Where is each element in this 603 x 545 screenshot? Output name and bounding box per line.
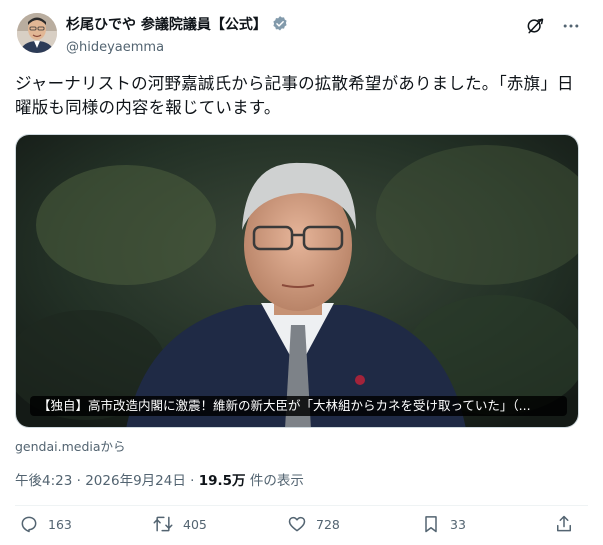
meta-separator: · xyxy=(76,473,81,489)
more-icon[interactable] xyxy=(561,16,581,36)
avatar[interactable] xyxy=(17,13,57,53)
action-bar: 163 405 728 33 xyxy=(0,514,603,542)
author-block: 杉尾ひでや 参議院議員【公式】 @hideyaemma xyxy=(66,14,289,55)
bookmark-icon xyxy=(421,514,441,534)
tweet-text: ジャーナリストの河野嘉誠氏から記事の拡散希望がありました。「赤旗」日曜版も同様の… xyxy=(15,74,574,117)
media-caption: 【独自】高市改造内閣に激震！維新の新大臣が「大林組からカネを受け取っていた」（.… xyxy=(30,396,567,416)
like-count: 728 xyxy=(316,516,340,532)
share-button[interactable] xyxy=(554,514,574,534)
tweet-time[interactable]: 午後4:23 xyxy=(15,473,72,489)
media-card[interactable]: 【独自】高市改造内閣に激震！維新の新大臣が「大林組からカネを受け取っていた」（.… xyxy=(15,134,579,428)
reply-icon xyxy=(19,514,39,534)
reply-count: 163 xyxy=(48,516,72,532)
divider xyxy=(15,505,588,506)
link-source[interactable]: gendai.mediaから xyxy=(15,436,126,455)
like-button[interactable]: 728 xyxy=(287,514,340,534)
share-icon xyxy=(554,514,574,534)
repost-count: 405 xyxy=(183,516,207,532)
repost-icon xyxy=(152,514,174,534)
meta-separator: · xyxy=(190,473,195,489)
tweet-date[interactable]: 2026年9月24日 xyxy=(85,473,186,489)
author-display-name[interactable]: 杉尾ひでや 参議院議員【公式】 xyxy=(66,14,267,34)
bookmark-count: 33 xyxy=(450,516,466,532)
heart-icon xyxy=(287,514,307,534)
verified-badge-icon xyxy=(271,15,289,33)
views-count: 19.5万 xyxy=(198,473,246,489)
tweet-meta: 午後4:23 · 2026年9月24日 · 19.5万 件の表示 xyxy=(15,469,304,489)
grok-icon[interactable] xyxy=(525,16,545,36)
repost-button[interactable]: 405 xyxy=(152,514,207,534)
author-handle[interactable]: @hideyaemma xyxy=(66,40,289,55)
views-label: 件の表示 xyxy=(249,473,304,489)
bookmark-button[interactable]: 33 xyxy=(421,514,466,534)
avatar-image xyxy=(17,13,57,53)
reply-button[interactable]: 163 xyxy=(19,514,72,534)
news-photo xyxy=(16,135,578,427)
header-actions xyxy=(525,16,581,36)
